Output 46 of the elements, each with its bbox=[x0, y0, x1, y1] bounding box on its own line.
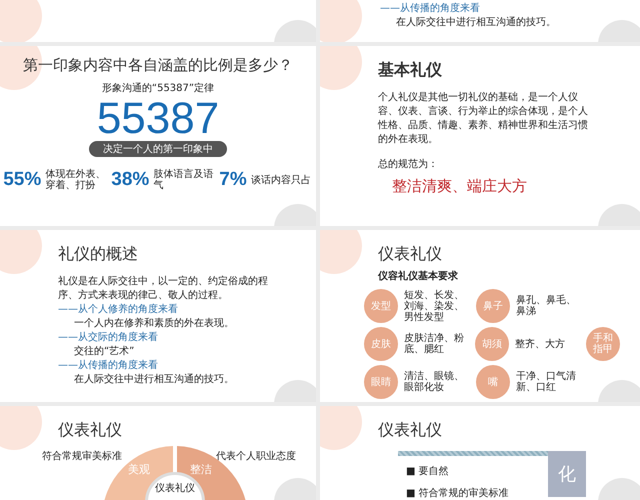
section-heading: ——从传播的角度来看 bbox=[58, 359, 159, 373]
category-circle: 发型 bbox=[364, 289, 398, 323]
category-circle: 嘴 bbox=[476, 365, 510, 399]
category-circle: 皮肤 bbox=[364, 327, 398, 361]
slide-title: 仪表礼仪 bbox=[58, 420, 123, 441]
note-text: 干净、口气清新、口红 bbox=[516, 371, 577, 393]
caption-pill: 决定一个人的第一印象中 bbox=[89, 141, 227, 157]
category-circle: 眼睛 bbox=[364, 365, 398, 399]
body-text: 一个人内在修养和素质的外在表现。 bbox=[73, 317, 235, 331]
subtitle: 仪容礼仪基本要求 bbox=[378, 269, 459, 283]
note-text: 皮肤洁净、粉底、腮红 bbox=[404, 333, 465, 355]
category-circle: 鼻子 bbox=[476, 289, 510, 323]
paragraph: 个人礼仪是其他一切礼仪的基础，是一个人仪容、仪表、言谈、行为举止的综合体现，是个人性格、品质、情趣、素养、精神世界和生活习惯的外在表现。 bbox=[378, 91, 588, 147]
bullet-item: ■ 要自然 bbox=[406, 465, 450, 478]
stat-description: 肢体语言及语气 bbox=[153, 169, 214, 191]
section-heading: ——从交际的角度来看 bbox=[58, 331, 159, 345]
category-circle: 手和指甲 bbox=[586, 327, 620, 361]
stat-description: 体现在外表、穿着、打扮 bbox=[45, 169, 106, 191]
percentage: 38% bbox=[111, 169, 150, 191]
body-text: 在人际交往中进行相互沟通的技巧。 bbox=[73, 373, 235, 387]
body-text: 在人际交往中进行相互沟通的技巧。 bbox=[395, 16, 557, 30]
bullet-item: ■ 符合常规的审美标准 bbox=[406, 486, 510, 500]
percentage: 7% bbox=[219, 169, 247, 191]
note-text: 整齐、大方 bbox=[515, 338, 566, 350]
section-heading: ——从个人修养的角度来看 bbox=[58, 303, 179, 317]
percentage: 55% bbox=[3, 169, 42, 191]
slide-title: 仪表礼仪 bbox=[378, 420, 443, 441]
category-circle: 胡须 bbox=[475, 327, 509, 361]
slide-title: 基本礼仪 bbox=[378, 60, 443, 81]
subtitle: 形象沟通的“55387”定律 bbox=[102, 82, 214, 95]
paragraph: 礼仪是在人际交往中，以一定的、约定俗成的程序、方式来表现的律己、敬人的过程。 bbox=[58, 275, 268, 303]
emphasis-text: 整洁清爽、端庄大方 bbox=[392, 177, 528, 196]
stat-description: 谈话内容只占 bbox=[250, 174, 312, 186]
label: 符合常规审美标准 bbox=[42, 450, 122, 463]
slide-title: 第一印象内容中各自涵盖的比例是多少？ bbox=[23, 56, 293, 75]
big-number: 55387 bbox=[96, 97, 220, 141]
character-block: 化 bbox=[548, 451, 586, 497]
slide-title: 仪表礼仪 bbox=[378, 244, 443, 265]
body-text: 交往的“艺术” bbox=[73, 345, 136, 359]
note-text: 短发、长发、刘海、染发、男性发型 bbox=[404, 290, 465, 322]
label: 总的规范为： bbox=[378, 158, 439, 171]
note-text: 鼻孔、鼻毛、鼻涕 bbox=[516, 295, 577, 317]
section-heading: ——从传播的角度来看 bbox=[380, 2, 481, 16]
slide-title: 礼仪的概述 bbox=[58, 244, 139, 265]
label: 代表个人职业态度 bbox=[216, 450, 296, 463]
note-text: 清洁、眼镜、眼部化妆 bbox=[404, 371, 465, 393]
